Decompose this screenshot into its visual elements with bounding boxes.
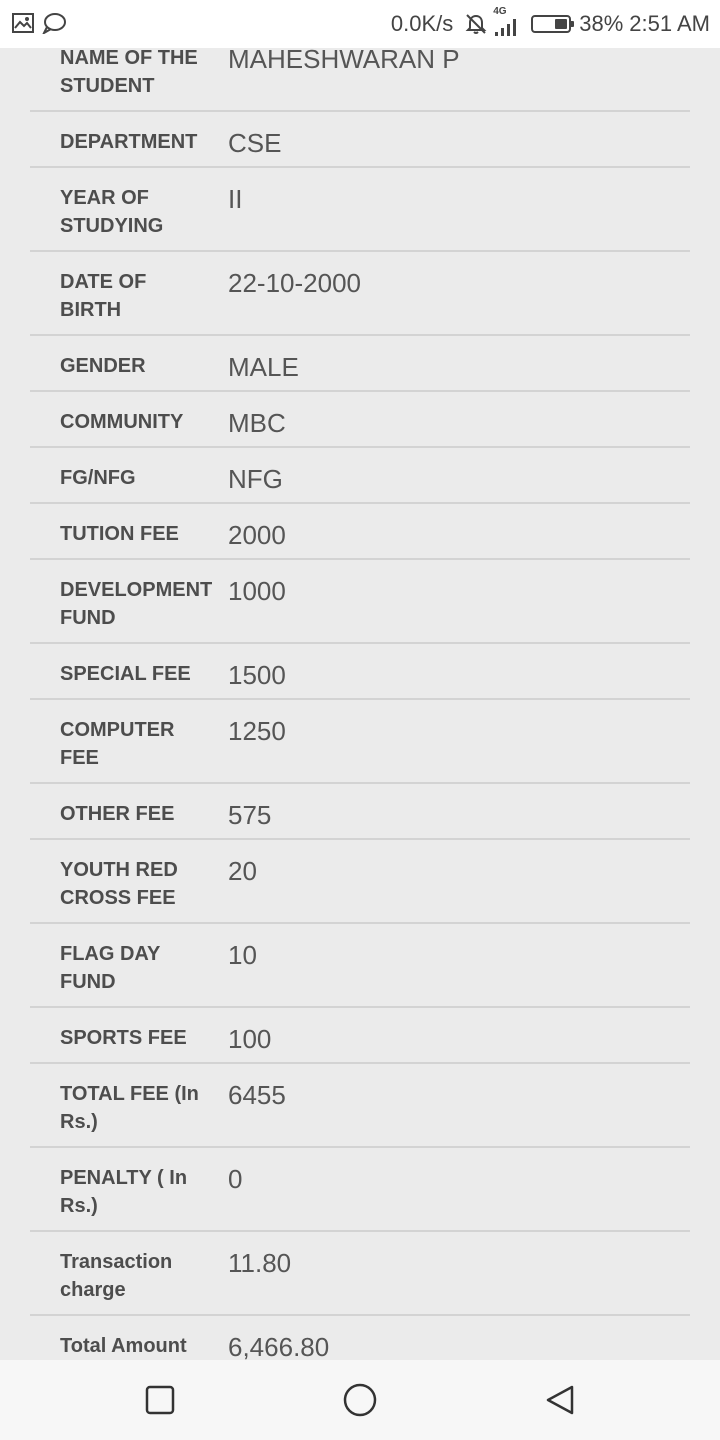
row-label: PENALTY ( In Rs.) [60,1167,188,1217]
row-special-fee: SPECIAL FEE 1500 [30,644,690,700]
row-label: COMMUNITY [60,411,184,433]
row-value: MAHESHWARAN P [228,48,460,74]
row-label: NAME OF THE STUDENT [60,48,198,97]
clock: 2:51 AM [629,11,710,36]
row-value: 22-10-2000 [228,268,361,298]
row-label: FLAG DAY FUND [60,943,161,993]
row-community: COMMUNITY MBC [30,392,690,448]
row-year: YEAR OF STUDYING II [30,168,690,252]
row-value: 0 [228,1164,243,1194]
row-name: NAME OF THE STUDENT MAHESHWARAN P [30,48,690,112]
row-value: 6455 [228,1080,286,1110]
row-total-fee: TOTAL FEE (In Rs.) 6455 [30,1064,690,1148]
home-circle-icon[interactable] [342,1382,378,1418]
row-label: FG/NFG [60,467,136,489]
row-sports-fee: SPORTS FEE 100 [30,1008,690,1064]
signal-icon: 4G [493,6,523,38]
row-label: SPORTS FEE [60,1027,187,1049]
row-label: YEAR OF STUDYING [60,187,164,237]
row-label: GENDER [60,355,146,377]
row-label: TOTAL FEE (In Rs.) [60,1083,199,1133]
chat-bubble-icon [42,12,66,34]
row-value: 2000 [228,520,286,550]
battery-percent: 38% [579,11,624,36]
battery-icon [531,15,575,33]
row-label: Total Amount [60,1335,187,1357]
row-total-amount: Total Amount 6,466.80 [30,1316,690,1360]
row-label: OTHER FEE [60,803,175,825]
network-speed: 0.0K/s [390,11,454,36]
row-dob: DATE OF BIRTH 22-10-2000 [30,252,690,336]
row-value: MALE [228,352,299,382]
row-value: NFG [228,464,283,494]
row-label: DEPARTMENT [60,131,198,153]
status-bar: 0.0K/s 4G 38% 2:51 AM [0,0,720,48]
row-value: II [228,184,243,214]
row-value: 10 [228,940,257,970]
row-value: 20 [228,856,257,886]
row-value: 1500 [228,660,286,690]
row-department: DEPARTMENT CSE [30,112,690,168]
row-label: DEVELOPMENT FUND [60,579,213,629]
row-value: 1000 [228,576,286,606]
row-value: 1250 [228,716,286,746]
row-computer-fee: COMPUTER FEE 1250 [30,700,690,784]
row-flag-day-fund: FLAG DAY FUND 10 [30,924,690,1008]
row-tution-fee: TUTION FEE 2000 [30,504,690,560]
row-value: MBC [228,408,286,438]
row-gender: GENDER MALE [30,336,690,392]
row-value: 6,466.80 [228,1332,330,1360]
row-label: TUTION FEE [60,523,179,545]
recents-square-icon[interactable] [144,1384,176,1416]
row-transaction-charge: Transaction charge 11.80 [30,1232,690,1316]
row-label: SPECIAL FEE [60,663,191,685]
row-fg-nfg: FG/NFG NFG [30,448,690,504]
row-value: 100 [228,1024,272,1054]
battery-level [555,19,568,29]
muted-bell-icon [465,13,487,35]
row-value: CSE [228,128,282,158]
row-value: 11.80 [228,1248,292,1278]
back-triangle-icon[interactable] [544,1384,576,1416]
row-label: Transaction charge [60,1251,173,1301]
student-details-page[interactable]: NAME OF THE STUDENT MAHESHWARAN P DEPART… [0,48,720,1360]
row-value: 575 [228,800,272,830]
row-label: DATE OF BIRTH [60,271,147,321]
row-youth-red-cross-fee: YOUTH RED CROSS FEE 20 [30,840,690,924]
row-label: YOUTH RED CROSS FEE [60,859,178,909]
row-development-fund: DEVELOPMENT FUND 1000 [30,560,690,644]
row-label: COMPUTER FEE [60,719,175,769]
row-penalty: PENALTY ( In Rs.) 0 [30,1148,690,1232]
gallery-icon [12,13,34,33]
navigation-bar [0,1360,720,1440]
row-other-fee: OTHER FEE 575 [30,784,690,840]
student-details-table: NAME OF THE STUDENT MAHESHWARAN P DEPART… [30,48,690,1360]
